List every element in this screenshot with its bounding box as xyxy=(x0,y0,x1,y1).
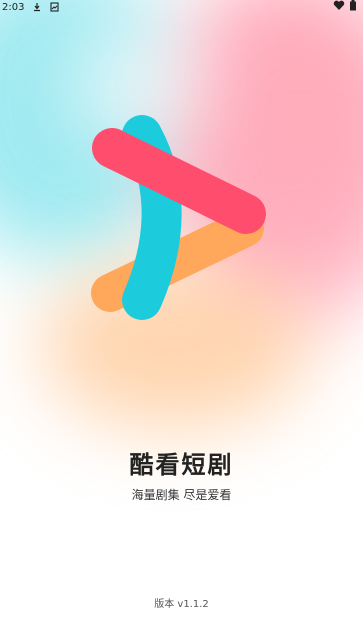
app-logo-icon xyxy=(91,115,266,320)
app-version: 版本 v1.1.2 xyxy=(154,599,209,610)
app-name: 酷看短剧 xyxy=(129,451,234,479)
app-slogan: 海量剧集 尽是爱看 xyxy=(131,488,232,502)
